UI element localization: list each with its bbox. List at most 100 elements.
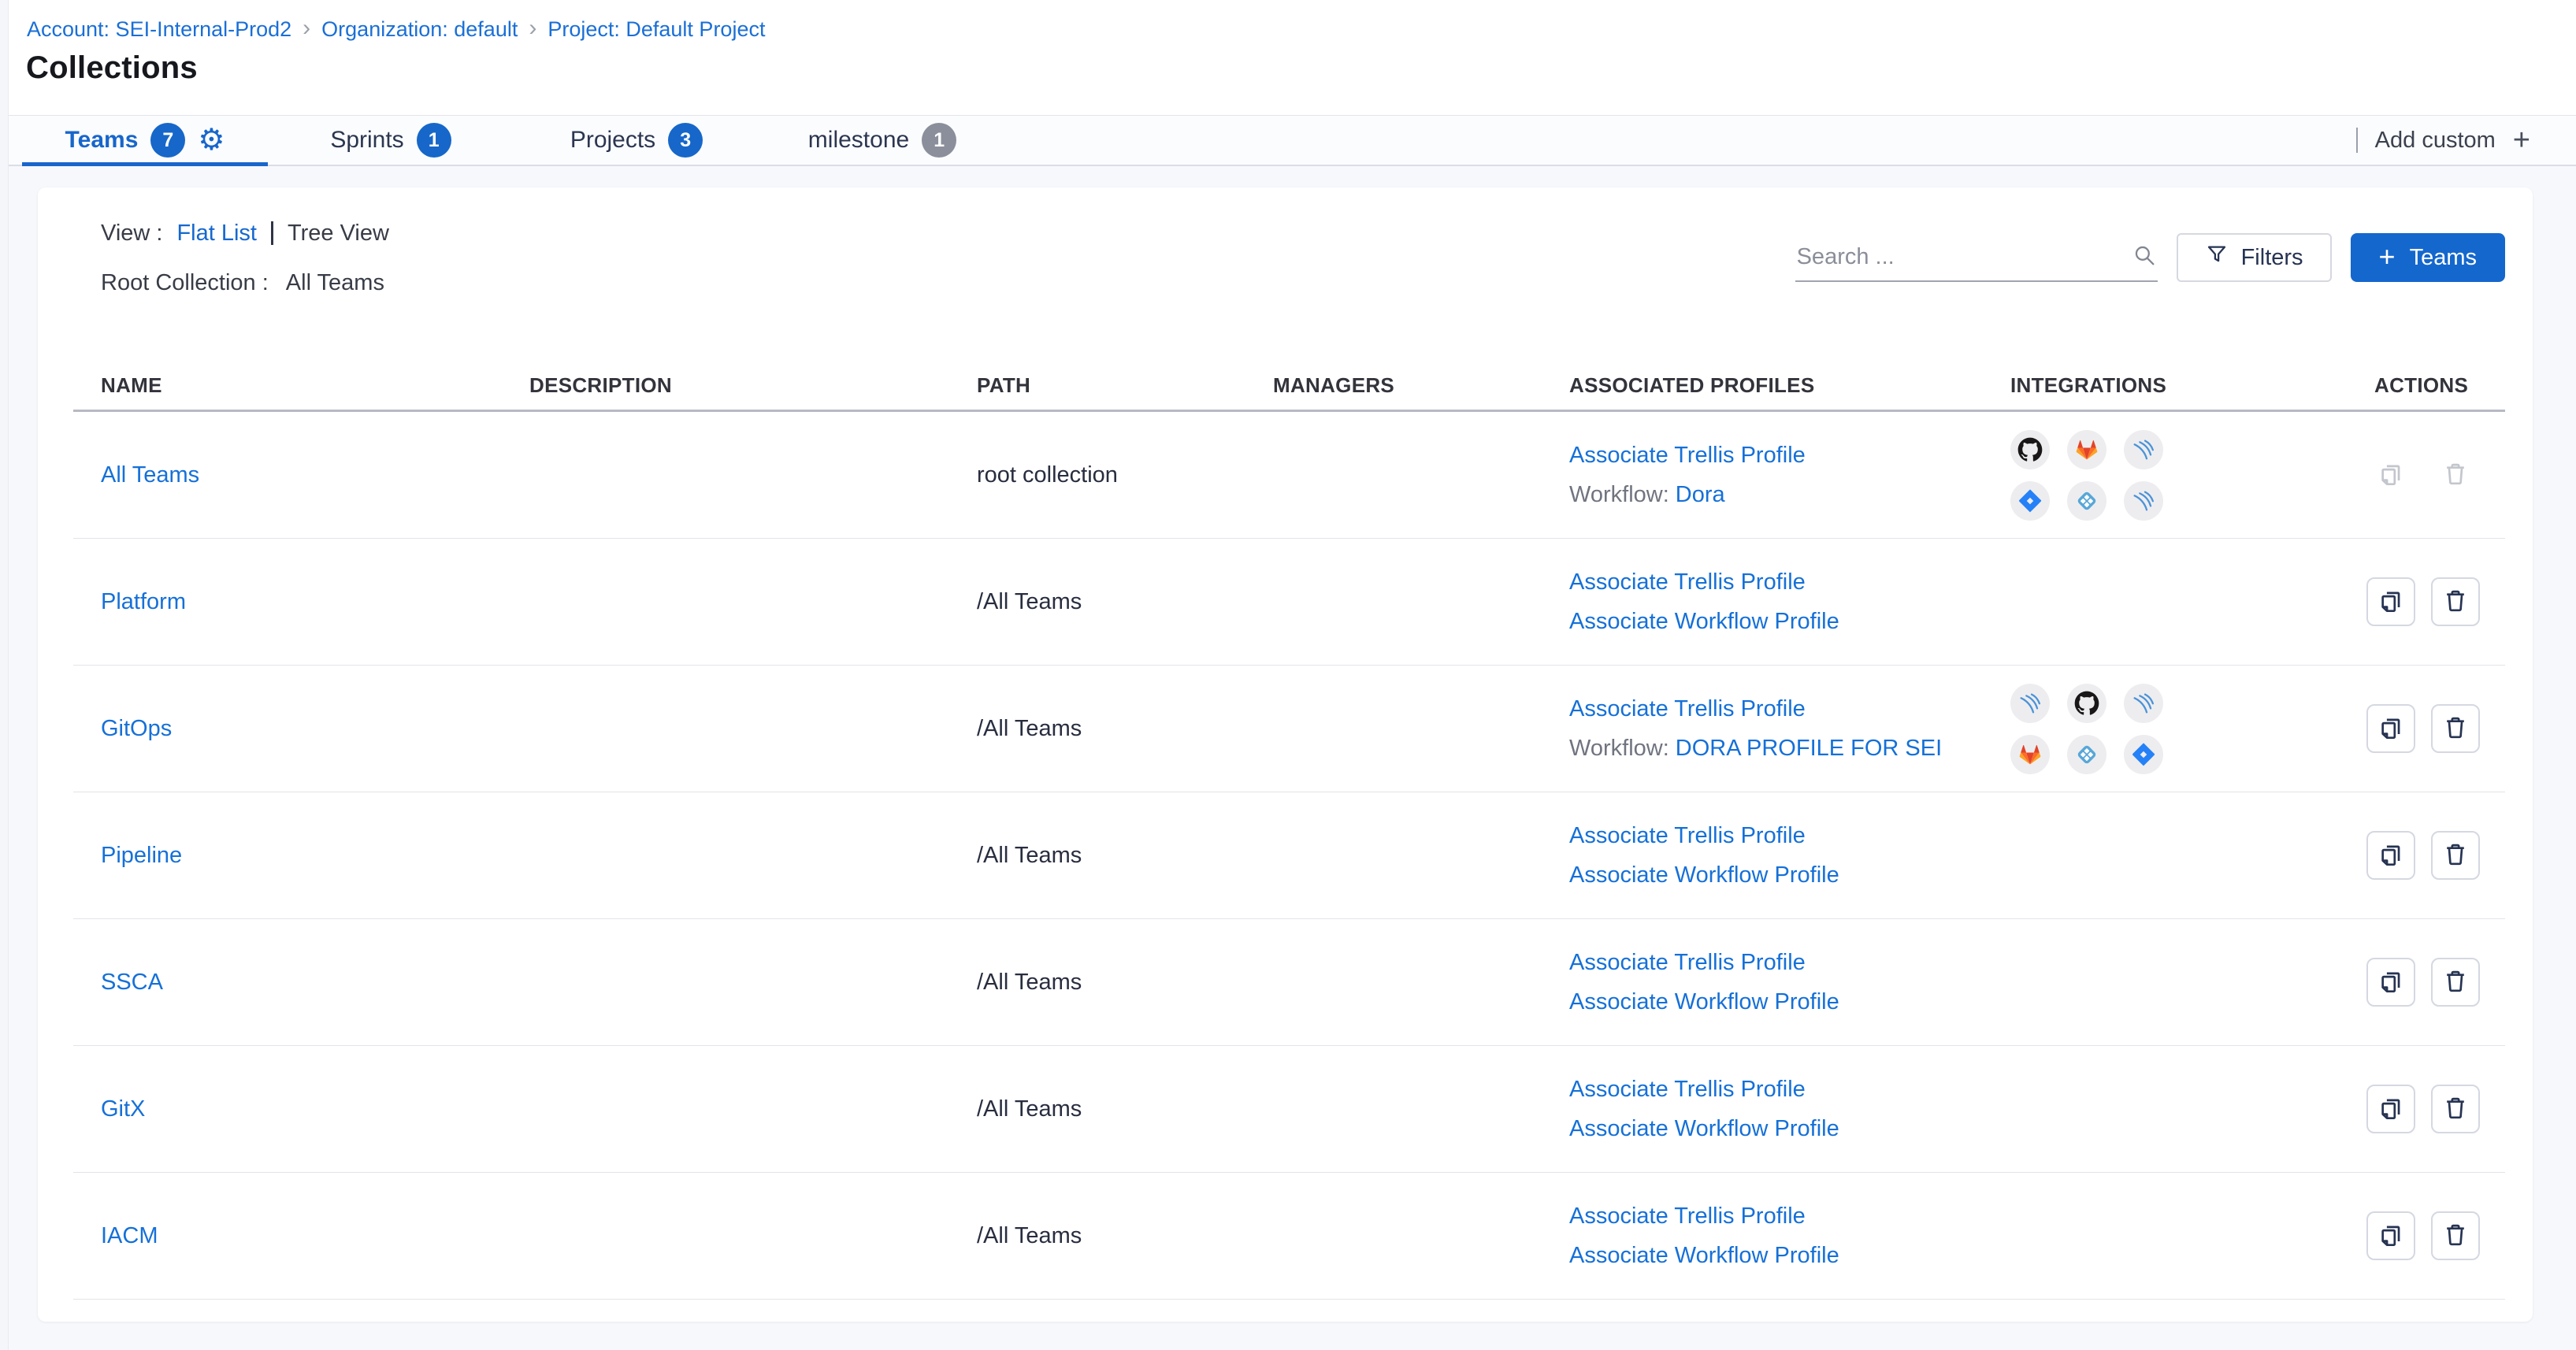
arcs-icon [2124,481,2163,521]
gitlab-icon [2010,735,2050,774]
integrations-cell [2010,430,2355,521]
tab-projects[interactable]: Projects3 [514,116,759,165]
teams-button-label: Teams [2410,245,2477,271]
page-header: Account: SEI-Internal-Prod2›Organization… [0,0,2576,115]
column-header: INTEGRATIONS [2010,373,2355,398]
gear-icon[interactable]: ⚙ [198,125,225,155]
collection-name-link[interactable]: GitOps [101,716,172,741]
arcs-icon [2010,684,2050,723]
path-cell: /All Teams [977,970,1273,996]
collection-name-link[interactable]: Pipeline [101,843,182,868]
collection-name-link[interactable]: IACM [101,1223,158,1248]
tree-view-link[interactable]: Tree View [288,221,389,247]
tab-teams[interactable]: Teams 7 ⚙ [22,116,268,165]
integrations-cell [2010,684,2355,774]
profile-link[interactable]: Associate Workflow Profile [1569,1116,1839,1142]
actions-cell [2355,1211,2505,1260]
copy-icon [2366,451,2415,499]
delete-button[interactable] [2431,577,2480,626]
profile-link[interactable]: Associate Trellis Profile [1569,443,1806,469]
copy-button[interactable] [2366,831,2415,880]
profile-link[interactable]: Associate Trellis Profile [1569,1204,1806,1229]
breadcrumb-link[interactable]: Project: Default Project [547,17,765,42]
profile-link[interactable]: Associate Trellis Profile [1569,569,1806,595]
breadcrumb-link[interactable]: Organization: default [321,17,518,42]
path-cell: /All Teams [977,716,1273,742]
lattice-icon [2067,481,2106,521]
collection-name-link[interactable]: All Teams [101,462,199,488]
copy-button[interactable] [2366,704,2415,753]
filters-button[interactable]: Filters [2177,233,2332,282]
view-label: View : [101,221,162,247]
column-header: MANAGERS [1273,373,1569,398]
profile-link[interactable]: Associate Workflow Profile [1569,989,1839,1015]
github-icon [2067,684,2106,723]
view-divider [271,221,273,245]
profile-link[interactable]: Associate Trellis Profile [1569,1077,1806,1103]
column-header: DESCRIPTION [529,373,977,398]
arcs-icon [2124,430,2163,469]
delete-button[interactable] [2431,958,2480,1007]
profile-link[interactable]: Associate Trellis Profile [1569,696,1806,722]
profile-link[interactable]: Associate Trellis Profile [1569,823,1806,849]
table-row: SSCA/All Teams Associate Trellis Profile A… [73,919,2505,1046]
associated-profiles-cell: Associate Trellis Profile Associate Workf… [1569,1204,2010,1269]
copy-button[interactable] [2366,958,2415,1007]
collections-card: View : Flat List Tree View Root Collecti… [38,187,2533,1322]
tab-milestone[interactable]: milestone1 [759,116,1005,165]
actions-cell [2355,451,2505,499]
filter-funnel-icon [2205,243,2229,273]
table-row: GitOps/All Teams Associate Trellis Profil… [73,666,2505,792]
add-custom-label: Add custom [2375,128,2496,154]
table-row: Pipeline/All Teams Associate Trellis Prof… [73,792,2505,919]
root-collection-value: All Teams [286,270,384,296]
add-teams-button[interactable]: + Teams [2351,233,2505,282]
tabs: Teams 7 ⚙ Sprints1Projects3milestone1 [22,116,1005,165]
root-collection-label: Root Collection : [101,270,269,296]
add-custom[interactable]: Add custom + [2356,116,2530,165]
filters-label: Filters [2241,245,2303,271]
breadcrumb-link[interactable]: Account: SEI-Internal-Prod2 [27,17,291,42]
trash-icon [2431,451,2480,499]
tab-label: Teams [65,127,139,154]
jira-icon [2124,735,2163,774]
tab-count-badge: 7 [150,123,185,158]
copy-button[interactable] [2366,577,2415,626]
delete-button[interactable] [2431,1085,2480,1133]
path-cell: root collection [977,462,1273,488]
actions-cell [2355,831,2505,880]
profile-link[interactable]: Dora [1676,482,1725,508]
actions-cell [2355,704,2505,753]
delete-button[interactable] [2431,831,2480,880]
tab-label: Sprints [330,127,403,154]
column-header: ASSOCIATED PROFILES [1569,373,2010,398]
gitlab-icon [2067,430,2106,469]
profile-link[interactable]: Associate Trellis Profile [1569,950,1806,976]
left-rail [0,0,9,1350]
column-header: NAME [73,373,529,398]
path-cell: /All Teams [977,1223,1273,1249]
controls-section: View : Flat List Tree View Root Collecti… [73,187,2505,366]
collection-name-link[interactable]: GitX [101,1096,145,1122]
collection-name-link[interactable]: Platform [101,589,186,614]
table-row: GitX/All TeamsAssociate Trellis ProfileA… [73,1046,2505,1173]
profile-link[interactable]: Associate Workflow Profile [1569,862,1839,888]
github-icon [2010,430,2050,469]
profile-link[interactable]: DORA PROFILE FOR SEI [1676,736,1942,762]
profile-link[interactable]: Associate Workflow Profile [1569,1243,1839,1269]
delete-button[interactable] [2431,704,2480,753]
tab-label: milestone [808,127,909,154]
table-row: Platform/All TeamsAssociate Trellis Prof… [73,539,2505,666]
copy-button[interactable] [2366,1211,2415,1260]
collection-name-link[interactable]: SSCA [101,970,163,995]
copy-button[interactable] [2366,1085,2415,1133]
search-input[interactable] [1795,243,2123,271]
jira-icon [2010,481,2050,521]
tab-sprints[interactable]: Sprints1 [268,116,514,165]
flat-list-link[interactable]: Flat List [176,221,257,247]
profile-link[interactable]: Associate Workflow Profile [1569,609,1839,635]
tab-label: Projects [570,127,655,154]
delete-button[interactable] [2431,1211,2480,1260]
tab-strip: Teams 7 ⚙ Sprints1Projects3milestone1 Add c… [0,115,2576,166]
path-cell: /All Teams [977,843,1273,869]
